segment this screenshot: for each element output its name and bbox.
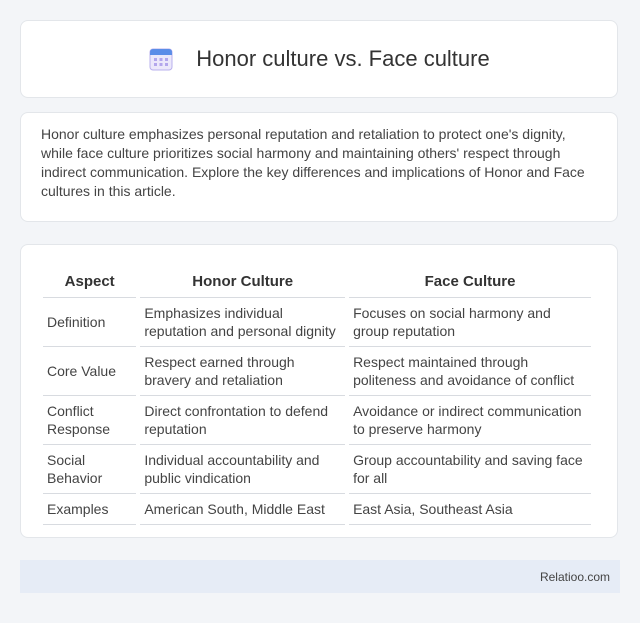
table-row: Conflict Response Direct confrontation t… (43, 396, 591, 445)
intro-card: Honor culture emphasizes personal reputa… (20, 112, 618, 222)
table-row: Definition Emphasizes individual reputat… (43, 298, 591, 347)
header-honor-culture: Honor Culture (140, 265, 346, 298)
row-face: Group accountability and saving face for… (349, 445, 591, 494)
title-wrap: Honor culture vs. Face culture (148, 46, 490, 72)
footer: Relatioo.com (20, 560, 620, 593)
comparison-card: Aspect Honor Culture Face Culture Defini… (20, 244, 618, 538)
row-aspect: Core Value (43, 347, 137, 396)
header-face-culture: Face Culture (349, 265, 591, 298)
table-row: Core Value Respect earned through braver… (43, 347, 591, 396)
intro-text: Honor culture emphasizes personal reputa… (41, 126, 585, 199)
row-aspect: Conflict Response (43, 396, 137, 445)
row-aspect: Definition (43, 298, 137, 347)
table-header-row: Aspect Honor Culture Face Culture (43, 265, 591, 298)
row-face: East Asia, Southeast Asia (349, 494, 591, 525)
comparison-table: Aspect Honor Culture Face Culture Defini… (39, 265, 595, 525)
table-row: Social Behavior Individual accountabilit… (43, 445, 591, 494)
row-aspect: Social Behavior (43, 445, 137, 494)
row-honor: Emphasizes individual reputation and per… (140, 298, 346, 347)
row-aspect: Examples (43, 494, 137, 525)
row-honor: Respect earned through bravery and retal… (140, 347, 346, 396)
table-row: Examples American South, Middle East Eas… (43, 494, 591, 525)
row-honor: Direct confrontation to defend reputatio… (140, 396, 346, 445)
row-face: Focuses on social harmony and group repu… (349, 298, 591, 347)
row-honor: American South, Middle East (140, 494, 346, 525)
page-title: Honor culture vs. Face culture (196, 46, 490, 71)
header-aspect: Aspect (43, 265, 137, 298)
row-face: Respect maintained through politeness an… (349, 347, 591, 396)
row-face: Avoidance or indirect communication to p… (349, 396, 591, 445)
title-card: Honor culture vs. Face culture (20, 20, 618, 98)
calendar-icon (149, 48, 173, 71)
row-honor: Individual accountability and public vin… (140, 445, 346, 494)
footer-brand[interactable]: Relatioo.com (540, 570, 610, 584)
